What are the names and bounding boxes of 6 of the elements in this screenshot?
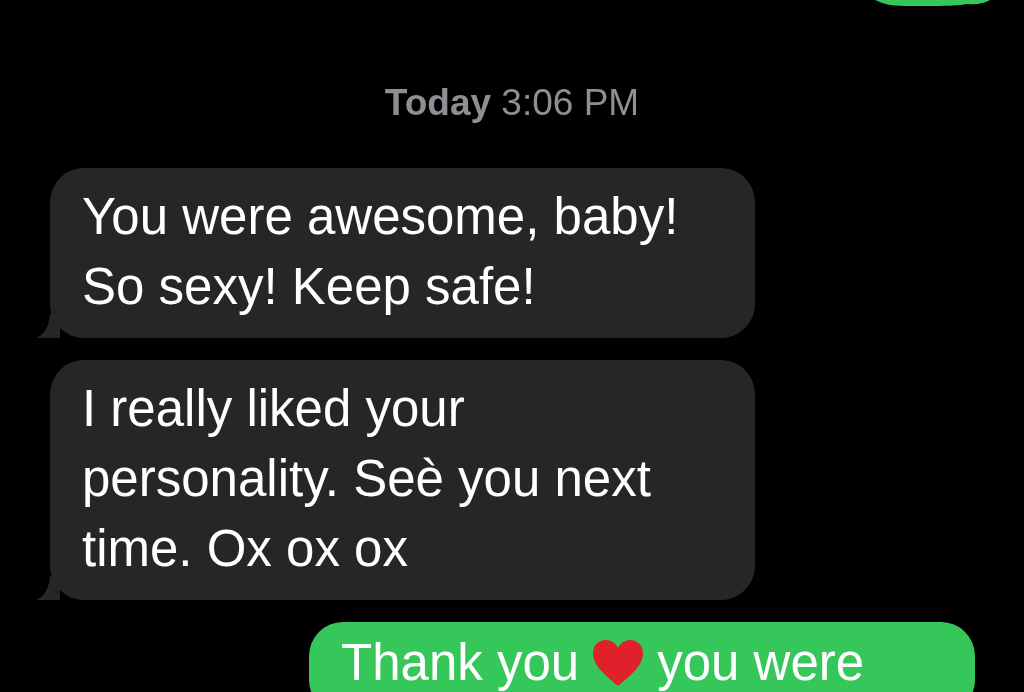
heart-icon [591, 638, 646, 688]
timestamp: Today 3:06 PM [384, 81, 640, 125]
message-text: I really liked your personality. Seè you next time. Ox ox ox [82, 380, 651, 577]
message-text: you were [657, 633, 865, 692]
message-text: Thank you [341, 633, 580, 692]
message-text: You were awesome, baby! So sexy! Keep safe! [82, 188, 679, 315]
